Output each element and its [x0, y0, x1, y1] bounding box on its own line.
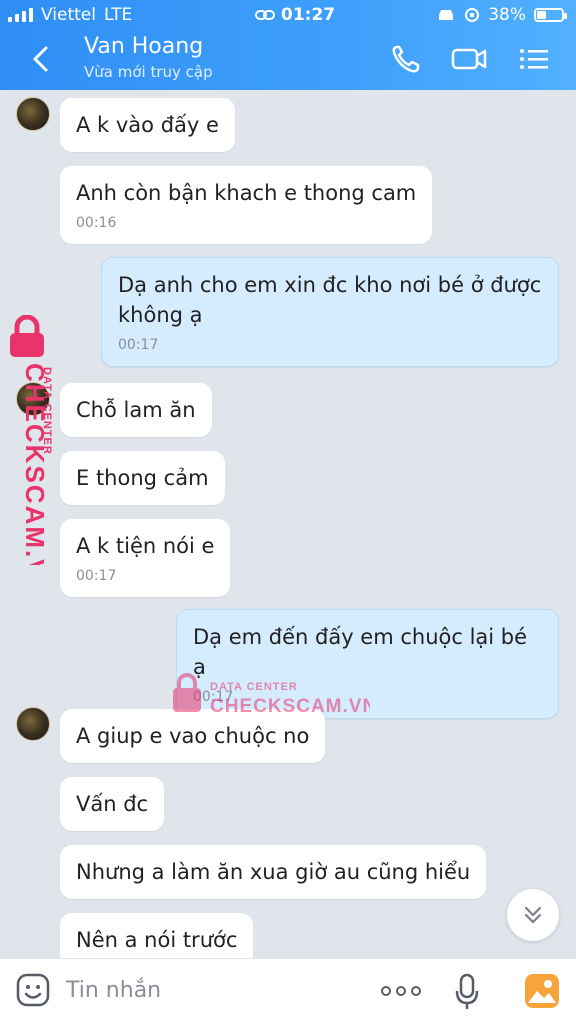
microphone-icon[interactable] [454, 973, 480, 1011]
message-bubble-received[interactable]: A k tiện nói e 00:17 [60, 519, 231, 597]
link-icon [255, 10, 275, 20]
message-text: Anh còn bận khach e thong cam [76, 181, 417, 205]
message-input-bar: Tin nhắn [0, 958, 576, 1024]
message-text: Dạ anh cho em xin đc kho nơi bé ở được k… [118, 273, 542, 327]
message-bubble-received[interactable]: Nên a nói trước [60, 913, 254, 958]
sticker-icon[interactable] [16, 973, 50, 1009]
battery-icon [534, 8, 567, 22]
message-bubble-sent[interactable]: Dạ em đến đấy em chuộc lại bé ạ 00:17 [176, 609, 559, 719]
contact-status: Vừa mới truy cập [84, 63, 213, 81]
message-input[interactable]: Tin nhắn [66, 978, 161, 1003]
message-bubble-received[interactable]: E thong cảm [60, 451, 225, 505]
message-bubble-received[interactable]: A giup e vao chuộc no [60, 709, 326, 763]
contact-avatar[interactable] [16, 97, 50, 131]
status-left: Viettel LTE [8, 5, 132, 25]
car-icon [439, 10, 454, 20]
menu-icon[interactable] [516, 43, 552, 75]
chat-header: Viettel LTE 01:27 38% Van Hoang Vừa mới … [0, 0, 576, 90]
checkscam-watermark: CHECKSCAM.VN DATA CENTER [10, 315, 53, 565]
lock-icon [10, 315, 44, 357]
video-call-icon[interactable] [451, 43, 487, 75]
message-text: Chỗ lam ăn [76, 398, 196, 422]
nav-bar: Van Hoang Vừa mới truy cập [0, 30, 576, 90]
contact-avatar[interactable] [16, 382, 50, 416]
status-center: 01:27 [255, 5, 335, 25]
orientation-lock-icon [465, 8, 480, 22]
message-time: 00:17 [76, 568, 117, 584]
message-text: A k vào đấy e [76, 113, 219, 137]
message-bubble-received[interactable]: Nhưng a làm ăn xua giờ au cũng hiểu [60, 845, 487, 899]
message-bubble-received[interactable]: Vấn đc [60, 777, 165, 831]
message-time: 00:17 [193, 689, 234, 705]
message-text: A giup e vao chuộc no [76, 724, 310, 748]
status-right: 38% [436, 5, 567, 25]
chevron-double-down-icon [524, 906, 542, 924]
message-text: A k tiện nói e [76, 534, 215, 558]
carrier-label: Viettel [41, 5, 96, 25]
contact-name[interactable]: Van Hoang [84, 34, 203, 59]
message-time: 00:16 [76, 215, 117, 231]
message-bubble-received[interactable]: Chỗ lam ăn [60, 383, 212, 437]
message-bubble-sent[interactable]: Dạ anh cho em xin đc kho nơi bé ở được k… [101, 257, 559, 367]
message-text: E thong cảm [76, 466, 209, 490]
image-gallery-icon[interactable] [524, 973, 560, 1009]
message-bubble-received[interactable]: Anh còn bận khach e thong cam 00:16 [60, 166, 433, 244]
network-label: LTE [103, 5, 133, 25]
clock: 01:27 [281, 5, 336, 25]
battery-percent: 38% [488, 5, 526, 25]
message-time: 00:17 [118, 337, 159, 353]
contact-avatar[interactable] [16, 707, 50, 741]
back-arrow-icon[interactable] [28, 44, 56, 74]
message-text: Nên a nói trước [76, 928, 238, 952]
phone-icon[interactable] [388, 43, 424, 75]
battery-fill [537, 11, 546, 19]
message-text: Nhưng a làm ăn xua giờ au cũng hiểu [76, 860, 471, 884]
message-bubble-received[interactable]: A k vào đấy e [60, 98, 235, 152]
scroll-to-bottom-button[interactable] [507, 889, 559, 941]
message-text: Dạ em đến đấy em chuộc lại bé ạ [193, 625, 528, 679]
more-options-icon[interactable] [380, 985, 422, 997]
status-bar: Viettel LTE 01:27 38% [0, 0, 576, 30]
signal-icon [8, 8, 33, 22]
message-text: Vấn đc [76, 792, 149, 816]
